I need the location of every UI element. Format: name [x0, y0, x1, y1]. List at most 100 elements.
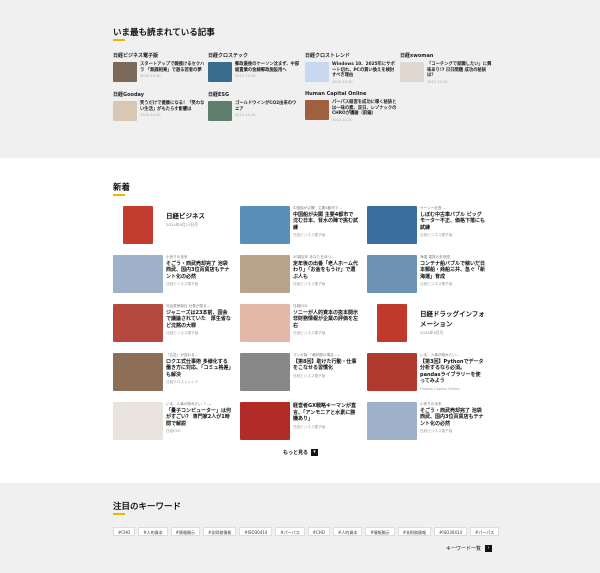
- news-kicker: マンガ版 「格好優の場合…」: [293, 353, 341, 357]
- news-item[interactable]: 河出書房新社 社長が語る… ジャニーズは23本前、国会で議論されていた 厚生省など…: [113, 304, 231, 342]
- news-thumbnail: [367, 402, 417, 440]
- news-source: 日経ビジネス電子版: [420, 282, 453, 287]
- news-item[interactable]: 海運 運賃の未来図 コンテナ船バブルで稼いだ日本郵船・商船三井、急ぐ「新海運」育成…: [367, 255, 485, 293]
- popular-card-thumbnail: [208, 101, 232, 121]
- news-kicker: 小売りの未来: [166, 255, 188, 259]
- keyword-tag[interactable]: #CHO: [307, 527, 330, 536]
- keyword-tag[interactable]: #情報開示: [170, 527, 201, 536]
- popular-card[interactable]: 日経クロストレンド Windows 10、2025年にサポート切れ、PCの買い換え…: [305, 52, 397, 84]
- news-kicker: ケーシー社長 ...: [420, 206, 447, 210]
- popular-card-date: 2022.10.20: [140, 113, 161, 118]
- popular-card-date: 2022.10.20: [332, 117, 353, 122]
- news-item[interactable]: いま、人事が読みたい… 【第3回】Pythonでデータ分析するなら必須。panda…: [367, 353, 485, 391]
- keyword-tag[interactable]: #ISO30414: [434, 527, 467, 536]
- magazine-date: 2024年9月号: [420, 330, 444, 335]
- magazine-cover: [377, 304, 407, 342]
- keyword-tag[interactable]: #非財務情報: [203, 527, 237, 536]
- news-title-text: ロクエ式仕事術 多様化する働き方に対応、「コミュ格差」も解決: [166, 358, 232, 378]
- keyword-tag[interactable]: #パーパス: [275, 527, 305, 536]
- news-source: 日経ビジネス電子版: [293, 331, 326, 336]
- keyword-tag[interactable]: #CHO: [113, 527, 136, 536]
- popular-card[interactable]: 日経ESG ゴールドウインがCO2由来のウエア 2022.10.20: [208, 91, 300, 121]
- news-title-underline: [113, 194, 125, 196]
- popular-card[interactable]: 日経Gooday 笑うだけで健康になる！「笑わない生活」がもたらす影響は 2022.…: [113, 91, 205, 121]
- news-kicker: 日経ESG: [293, 304, 308, 308]
- popular-title-underline: [113, 39, 125, 41]
- news-kicker: 「広告」が変わる…: [166, 353, 199, 357]
- popular-card-date: 2022.10.20: [427, 79, 448, 84]
- news-item[interactable]: 50歳定年 あなたを待つ… 定年後の出番「老人ホーム代わり」「お金をもうけ」で選ぶ…: [240, 255, 358, 293]
- popular-card-title: 郵政最後のケーソン沈まず、中部総置業の金線郵政施設用へ: [235, 62, 300, 73]
- news-source: Human Capital Online: [420, 386, 460, 391]
- news-item[interactable]: 中国船が尖閣 主要4都市で… 中国船が尖閣 主要4都市で 沈む日本、背水の陣で挑む…: [240, 206, 358, 244]
- popular-card-thumbnail: [400, 62, 424, 82]
- news-source: 日経ビジネス電子版: [293, 373, 326, 378]
- news-kicker: 海運 運賃の未来図: [420, 255, 450, 259]
- keyword-tag[interactable]: #人的資本: [138, 527, 168, 536]
- news-title-text: 「量子コンピューター」は何がすごい？ 専門家2人が1時間で解説: [166, 407, 232, 427]
- keywords-title: 注目のキーワード: [113, 502, 182, 512]
- news-item[interactable]: 小売りの未来 そごう・西武売却完了 池袋西武、国内3位百貨店もテナント化の必然 日経…: [113, 255, 231, 293]
- news-kicker: 河出書房新社 社長が語る…: [166, 304, 211, 308]
- keyword-list-link[interactable]: キーワード一覧 ›: [446, 545, 493, 552]
- news-magazine[interactable]: 日経ビジネス 2024年9月23日号: [113, 206, 231, 244]
- news-thumbnail: [240, 402, 290, 440]
- news-source: 日経ビジネス電子版: [420, 429, 453, 434]
- news-source: 日経ビジネス電子版: [293, 424, 326, 429]
- news-title-text: 【第8回】助けた行動・仕事をこなせる習慣化: [293, 358, 357, 372]
- popular-card[interactable]: 日経xwoman 「コーチングで就職したい」に興味あり!? 日日間題 成功の秘訣は…: [400, 52, 492, 84]
- popular-card-category: 日経ESG: [208, 92, 230, 98]
- news-title: 新着: [113, 183, 131, 193]
- news-title-text: しぼむ中古車バブル ビッグモーター不正、価格下落にも試練: [420, 211, 486, 231]
- news-thumbnail: [240, 304, 290, 342]
- news-thumbnail: [113, 304, 163, 342]
- popular-card[interactable]: 日経クロステック 郵政最後のケーソン沈まず、中部総置業の金線郵政施設用へ 2022.…: [208, 52, 300, 82]
- news-item[interactable]: いま、人事が読みたい「…」 「量子コンピューター」は何がすごい？ 専門家2人が1時…: [113, 402, 231, 440]
- news-title-text: そごう・西武売却完了 池袋西武、国内3位百貨店もテナント化の必然: [420, 407, 484, 427]
- popular-card-category: 日経ビジネス電子版: [113, 53, 159, 59]
- news-thumbnail: [240, 206, 290, 244]
- keyword-tag[interactable]: #情報開示: [365, 527, 395, 536]
- keyword-tag[interactable]: #ISO30414: [239, 527, 273, 536]
- news-item[interactable]: 「広告」が変わる… ロクエ式仕事術 多様化する働き方に対応、「コミュ格差」も解決日…: [113, 353, 231, 391]
- news-kicker: 50歳定年 あなたを待つ…: [293, 255, 335, 259]
- news-source: 日経ビジネス電子版: [293, 282, 326, 287]
- news-thumbnail: [367, 255, 417, 293]
- news-title-text: 定年後の出番「老人ホーム代わり」「お金をもうけ」で選ぶ人も: [293, 260, 358, 280]
- popular-card-title: スタートアップで棘捌けるセクハラ 「無謀相乗」で遊る若者の夢: [140, 62, 205, 73]
- keyword-tag[interactable]: #人的資本: [332, 527, 363, 536]
- magazine-date: 2024年9月23日号: [166, 222, 199, 227]
- more-label: もっと見る: [283, 450, 309, 456]
- more-button[interactable]: もっと見る ▾: [283, 449, 319, 456]
- news-item[interactable]: 経営者GX戦略キーマンが直言、「アンモニアと水素に勝機あり」 日経ビジネス電子版: [240, 402, 358, 440]
- news-kicker: 中国船が尖閣 主要4都市で…: [293, 206, 343, 210]
- news-source: 日経クロストレンド: [166, 380, 199, 385]
- news-magazine[interactable]: 日経ドラッグインフォメーション 2024年9月号: [367, 304, 485, 342]
- news-item[interactable]: マンガ版 「格好優の場合…」 【第8回】助けた行動・仕事をこなせる習慣化 日経ビジネ…: [240, 353, 358, 391]
- news-item[interactable]: 日経ESG ソニーが人的資本の抜本開示 非財務情報が企業の評価を左右日経ビジネス電…: [240, 304, 358, 342]
- popular-card-date: 2022.10.20: [235, 113, 256, 118]
- news-title-text: 【第3回】Pythonでデータ分析するなら必須。pandasライブラリーを使って…: [420, 358, 484, 385]
- news-title-text: コンテナ船バブルで稼いだ日本郵船・商船三井、急ぐ「新海運」育成: [420, 260, 486, 280]
- keyword-tag[interactable]: #非財務情報: [397, 527, 432, 536]
- popular-card-date: 2022.10.20: [140, 74, 161, 79]
- popular-card[interactable]: Human Capital Online パーパス経営を成功に導く秘訣とは一味の素…: [305, 91, 397, 122]
- news-item[interactable]: 小売りの未来 そごう・西武売却完了 池袋西武、国内3位百貨店もテナント化の必然 日経…: [367, 402, 485, 440]
- news-item[interactable]: ケーシー社長 ... しぼむ中古車バブル ビッグモーター不正、価格下落にも試練 日経…: [367, 206, 485, 244]
- news-title-text: ジャニーズは23本前、国会で議論されていた 厚生省など沈黙の大罪: [166, 309, 231, 329]
- keyword-tag[interactable]: #パーパス: [470, 527, 500, 536]
- news-thumbnail: [113, 353, 163, 391]
- keyword-tags: #CHO #人的資本 #情報開示 #非財務情報 #ISO30414 #パーパス #CHO #人…: [113, 527, 500, 536]
- magazine-title: 日経ドラッグインフォメーション: [420, 310, 485, 328]
- popular-card-category: 日経クロステック: [208, 53, 249, 59]
- news-thumbnail: [113, 402, 163, 440]
- chevron-right-icon: ›: [485, 545, 493, 552]
- news-title-text: ソニーが人的資本の抜本開示 非財務情報が企業の評価を左右: [293, 309, 359, 329]
- popular-section: [0, 0, 600, 158]
- popular-card-thumbnail: [305, 100, 329, 120]
- news-title-text: 中国船が尖閣 主要4都市で 沈む日本、背水の陣で挑む試練: [293, 211, 359, 231]
- popular-card-title: Windows 10、2025年にサポート切れ、PCの買い換えを検討すべき理由: [332, 62, 395, 79]
- chevron-down-icon: ▾: [311, 449, 319, 456]
- keywords-title-underline: [113, 513, 125, 515]
- popular-card[interactable]: 日経ビジネス電子版スタートアップで棘捌けるセクハラ 「無謀相乗」で遊る若者の夢 2…: [113, 52, 205, 82]
